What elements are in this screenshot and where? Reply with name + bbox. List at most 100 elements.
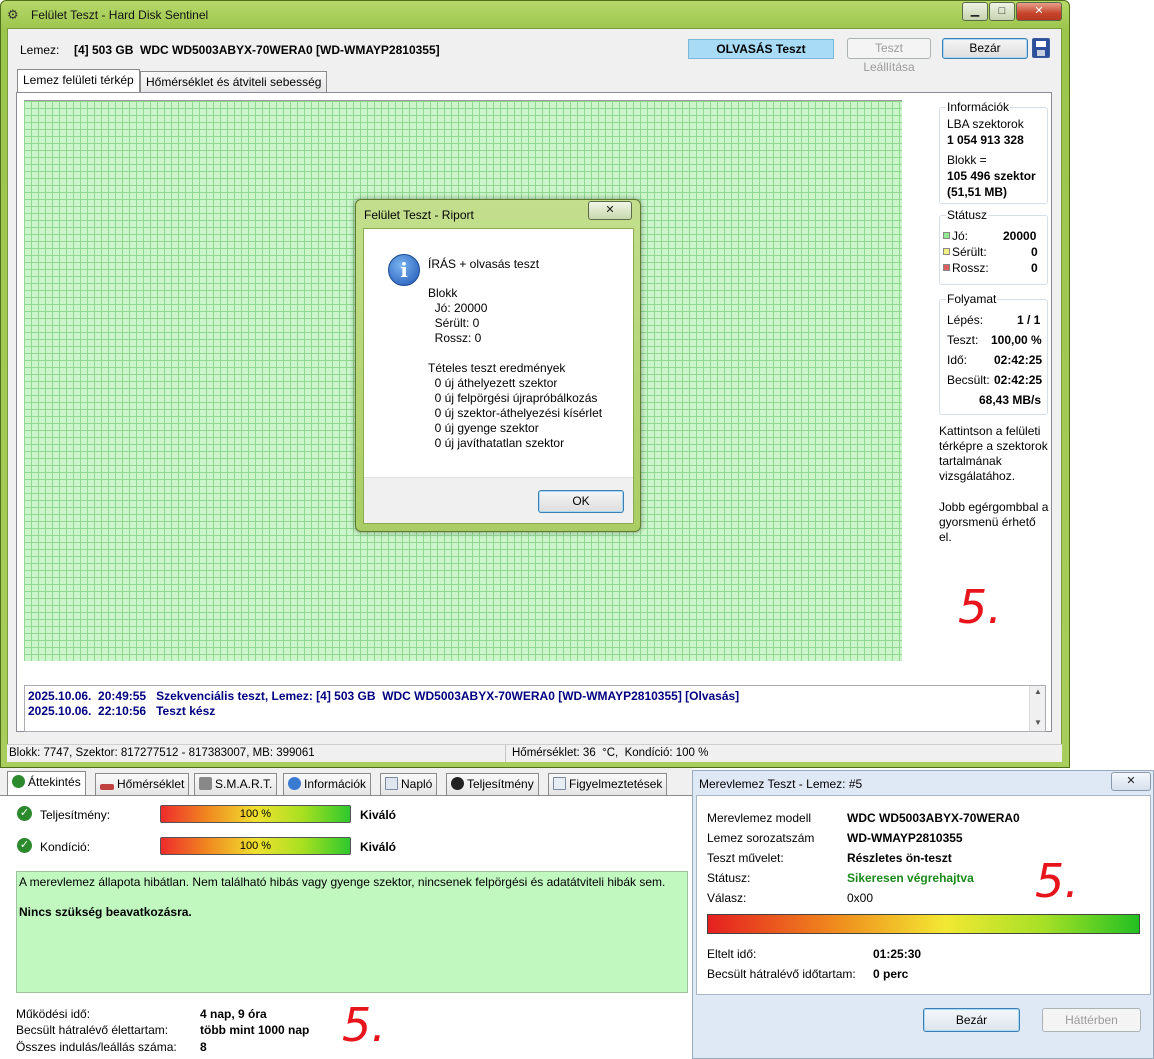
- window-title: Felület Teszt - Hard Disk Sentinel: [31, 8, 209, 22]
- report-dialog-title: Felület Teszt - Riport: [364, 208, 474, 222]
- report-result-line: 0 új javíthatatlan szektor: [428, 436, 565, 450]
- report-result-line: 0 új felpörgési újrapróbálkozás: [428, 391, 598, 405]
- minimize-button[interactable]: ▁: [962, 2, 988, 21]
- document-icon: [553, 777, 566, 790]
- serial-value: WD-WMAYP2810355: [847, 831, 963, 845]
- log-line: 2025.10.06. 22:10:56 Teszt kész: [28, 704, 216, 718]
- scroll-up-icon[interactable]: ▲: [1034, 687, 1042, 696]
- tab-warnings-label: Figyelmeztetések: [569, 777, 663, 791]
- tab-information[interactable]: Információk: [283, 773, 372, 795]
- good-legend-square: [943, 232, 950, 239]
- report-block-title: Blokk: [428, 286, 458, 300]
- tab-surface-map[interactable]: Lemez felületi térkép: [17, 69, 140, 93]
- report-bad: Rossz: 0: [428, 331, 482, 345]
- performance-label: Teljesítmény:: [40, 808, 111, 822]
- save-icon[interactable]: [1032, 38, 1050, 58]
- time-value: 02:42:25: [994, 353, 1043, 367]
- handwritten-annotation-3: 5.: [1035, 854, 1079, 908]
- handwritten-annotation-1: 5.: [958, 580, 1002, 634]
- log-icon: [385, 777, 398, 790]
- bad-value: 0: [1031, 261, 1038, 275]
- estimated-value: 02:42:25: [994, 373, 1043, 387]
- tab-warnings[interactable]: Figyelmeztetések: [548, 773, 668, 795]
- tab-smart[interactable]: S.M.A.R.T.: [194, 773, 278, 795]
- thermometer-icon: [100, 784, 114, 790]
- statusbar-temperature: Hőmérséklet: 36 °C, Kondíció: 100 %: [512, 747, 709, 759]
- hdd-test-window: Merevlemez Teszt - Lemez: #5 ✕ Merevleme…: [692, 770, 1154, 1059]
- operation-value: Részletes ön-teszt: [847, 851, 952, 865]
- hdd-status-value: Sikeresen végrehajtva: [847, 871, 974, 885]
- report-results-title: Tételes teszt eredmények: [428, 361, 566, 375]
- remaining-value: 0 perc: [873, 967, 909, 981]
- condition-check-icon: ✓: [17, 838, 32, 853]
- stop-test-button[interactable]: Teszt Leállítása: [847, 38, 931, 74]
- handwritten-annotation-2: 5.: [342, 998, 386, 1052]
- health-action: Nincs szükség beavatkozásra.: [19, 905, 192, 919]
- tab-temperature-speed[interactable]: Hőmérséklet és átviteli sebesség: [140, 71, 328, 93]
- smart-icon: [199, 777, 212, 790]
- damaged-label: Sérült:: [952, 245, 987, 259]
- tab-smart-label: S.M.A.R.T.: [215, 777, 273, 791]
- elapsed-value: 01:25:30: [873, 947, 922, 961]
- remaining-label: Becsült hátralévő időtartam:: [707, 967, 856, 981]
- condition-rating: Kiváló: [360, 840, 397, 854]
- info-icon: i: [388, 254, 420, 286]
- health-summary-box: A merevlemez állapota hibátlan. Nem talá…: [16, 871, 688, 993]
- good-value: 20000: [1003, 229, 1037, 243]
- tab-performance-label: Teljesítmény: [467, 777, 534, 791]
- report-body: i ÍRÁS + olvasás teszt Blokk Jó: 20000 S…: [363, 228, 634, 524]
- block-value-mb: (51,51 MB): [947, 185, 1008, 199]
- tab-temperature-label: Hőmérséklet: [117, 777, 185, 791]
- test-label: Teszt:: [947, 333, 979, 347]
- ok-button[interactable]: OK: [538, 490, 624, 513]
- bad-legend-square: [943, 264, 950, 271]
- answer-label: Válasz:: [707, 891, 747, 905]
- status-bar: Blokk: 7747, Szektor: 817277512 - 817383…: [7, 744, 1062, 762]
- close-button[interactable]: Bezár: [942, 38, 1028, 59]
- scroll-down-icon[interactable]: ▼: [1034, 718, 1042, 727]
- block-label: Blokk =: [947, 153, 987, 167]
- performance-check-icon: ✓: [17, 806, 32, 821]
- status-title: Státusz: [946, 208, 989, 222]
- lifetime-value: több mint 1000 nap: [200, 1023, 310, 1037]
- log-scrollbar[interactable]: ▲ ▼: [1029, 686, 1045, 731]
- report-damaged: Sérült: 0: [428, 316, 480, 330]
- tab-overview-label: Áttekintés: [28, 775, 81, 789]
- model-label: Merevlemez modell: [707, 811, 812, 825]
- lba-value: 1 054 913 328: [947, 133, 1024, 147]
- report-heading: ÍRÁS + olvasás teszt: [428, 257, 540, 271]
- tab-log[interactable]: Napló: [380, 773, 438, 795]
- tab-temperature[interactable]: Hőmérséklet: [95, 773, 190, 795]
- disk-value: [4] 503 GB WDC WD5003ABYX-70WERA0 [WD-WM…: [74, 43, 440, 57]
- damaged-legend-square: [943, 248, 950, 255]
- close-window-button[interactable]: ✕: [1016, 2, 1062, 21]
- help-text-map: Kattintson a felületi térképre a szektor…: [939, 424, 1048, 483]
- help-text-context: Jobb egérgombbal a gyorsmenü érhető el.: [939, 500, 1049, 544]
- report-close-button[interactable]: ✕: [588, 201, 632, 220]
- info-icon: [288, 777, 301, 790]
- tab-log-label: Napló: [401, 777, 433, 791]
- model-value: WDC WD5003ABYX-70WERA0: [847, 811, 1020, 825]
- info-title: Információk: [946, 100, 1011, 114]
- tab-performance[interactable]: Teljesítmény: [446, 773, 539, 795]
- tab-information-label: Információk: [304, 777, 367, 791]
- performance-rating: Kiváló: [360, 808, 397, 822]
- elapsed-label: Eltelt idő:: [707, 947, 757, 961]
- step-value: 1 / 1: [1017, 313, 1041, 327]
- background-button[interactable]: Háttérben: [1042, 1008, 1141, 1032]
- report-dialog: Felület Teszt - Riport ✕ i ÍRÁS + olvasá…: [355, 199, 641, 532]
- report-result-line: 0 új szektor-áthelyezési kísérlet: [428, 406, 603, 420]
- good-label: Jó:: [952, 229, 969, 243]
- hdd-test-close-button[interactable]: ✕: [1111, 772, 1151, 791]
- log-line: 2025.10.06. 20:49:55 Szekvenciális teszt…: [28, 689, 740, 703]
- hdd-test-close-action-button[interactable]: Bezár: [923, 1008, 1020, 1032]
- starts-value: 8: [200, 1040, 207, 1054]
- serial-label: Lemez sorozatszám: [707, 831, 815, 845]
- app-icon: ⚙: [7, 7, 19, 22]
- maximize-button[interactable]: □: [989, 2, 1015, 21]
- hdd-test-progress-bar: [707, 914, 1140, 934]
- tab-overview[interactable]: Áttekintés: [7, 771, 86, 795]
- step-label: Lépés:: [947, 313, 984, 327]
- condition-label: Kondíció:: [40, 840, 91, 854]
- condition-bar: 100 %: [160, 837, 351, 855]
